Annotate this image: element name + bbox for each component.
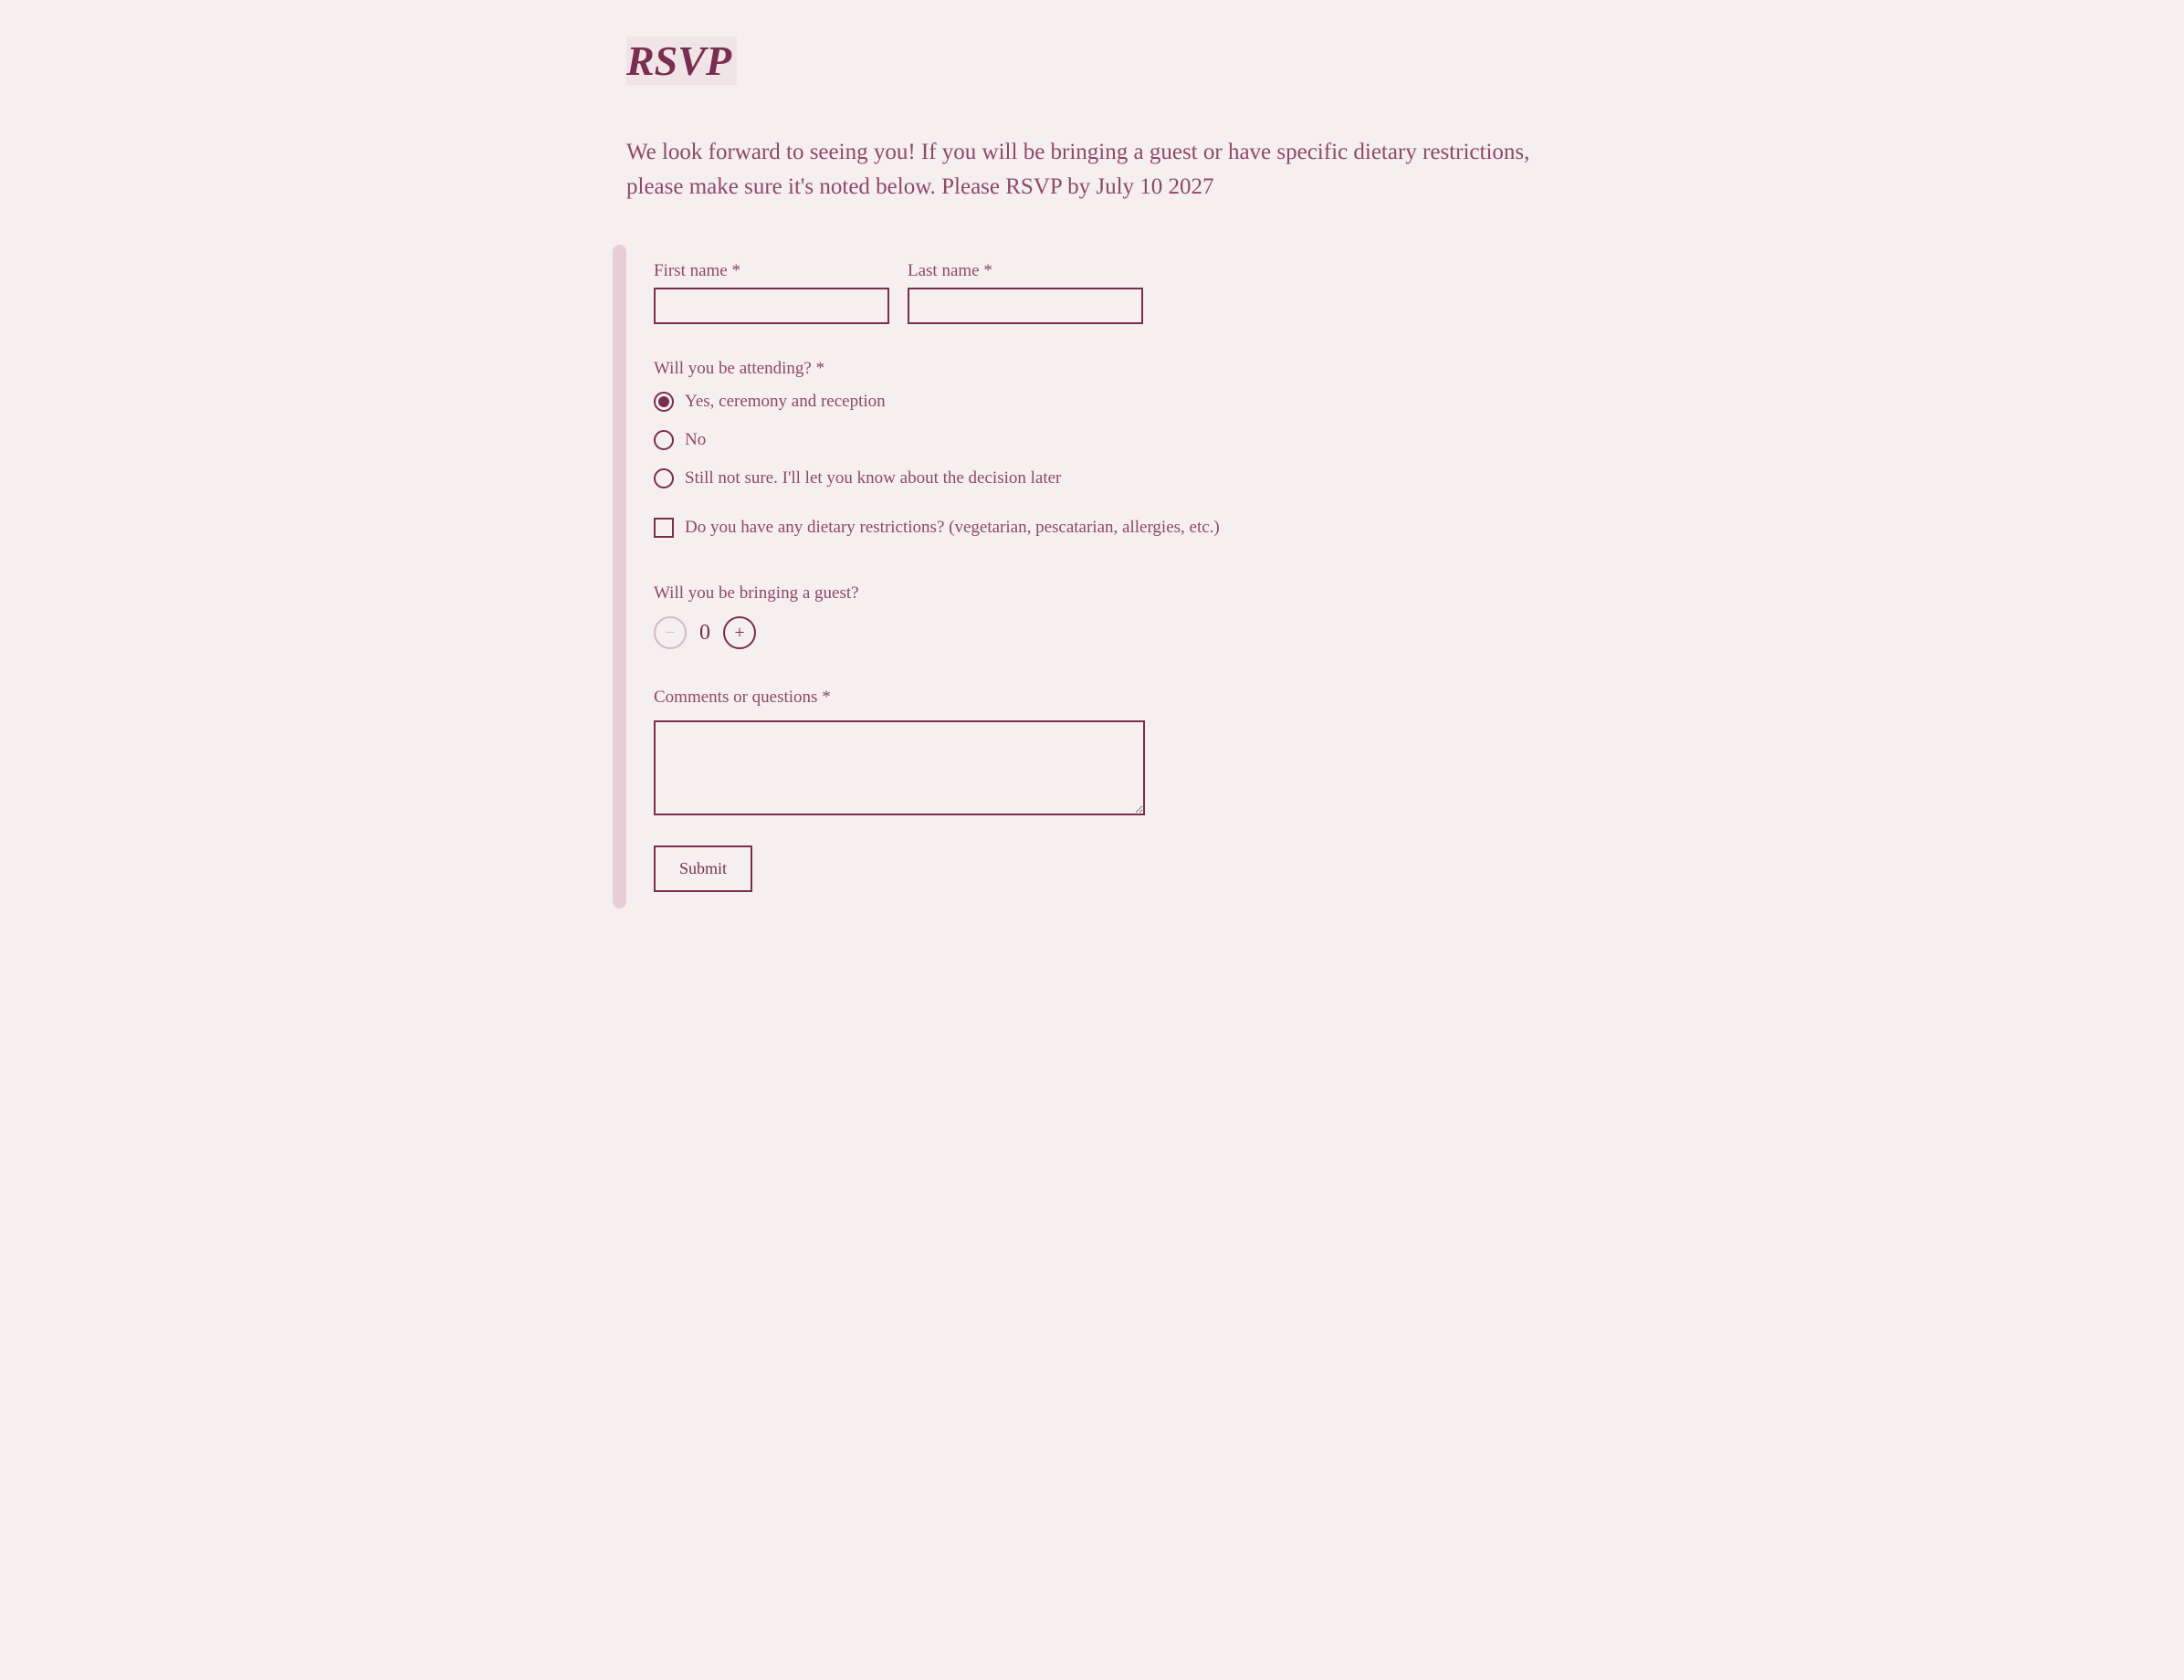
radio-label: Still not sure. I'll let you know about …: [685, 468, 1061, 488]
rsvp-form: First name * Last name * Will you be att…: [626, 245, 1558, 908]
dietary-checkbox[interactable]: Do you have any dietary restrictions? (v…: [654, 518, 1558, 538]
first-name-label: First name *: [654, 261, 889, 281]
radio-option-unsure[interactable]: Still not sure. I'll let you know about …: [654, 468, 1558, 488]
radio-icon: [654, 468, 674, 488]
submit-button[interactable]: Submit: [654, 845, 752, 892]
last-name-label: Last name *: [908, 261, 1143, 281]
radio-option-yes[interactable]: Yes, ceremony and reception: [654, 392, 1558, 412]
stepper-minus-button[interactable]: −: [654, 616, 687, 649]
attending-label: Will you be attending? *: [654, 359, 1558, 379]
radio-label: Yes, ceremony and reception: [685, 392, 886, 412]
page-title: RSVP: [626, 37, 737, 85]
comments-textarea[interactable]: [654, 720, 1145, 815]
guest-label: Will you be bringing a guest?: [654, 583, 1558, 604]
guest-stepper: − 0 +: [654, 616, 1558, 649]
radio-icon: [654, 430, 674, 450]
radio-label: No: [685, 430, 706, 450]
last-name-input[interactable]: [908, 288, 1143, 324]
intro-text: We look forward to seeing you! If you wi…: [626, 135, 1558, 204]
first-name-input[interactable]: [654, 288, 889, 324]
radio-option-no[interactable]: No: [654, 430, 1558, 450]
checkbox-icon: [654, 518, 674, 538]
radio-icon: [654, 392, 674, 412]
checkbox-label: Do you have any dietary restrictions? (v…: [685, 518, 1220, 538]
comments-label: Comments or questions *: [654, 688, 1558, 708]
stepper-value: 0: [696, 621, 714, 646]
stepper-plus-button[interactable]: +: [723, 616, 756, 649]
